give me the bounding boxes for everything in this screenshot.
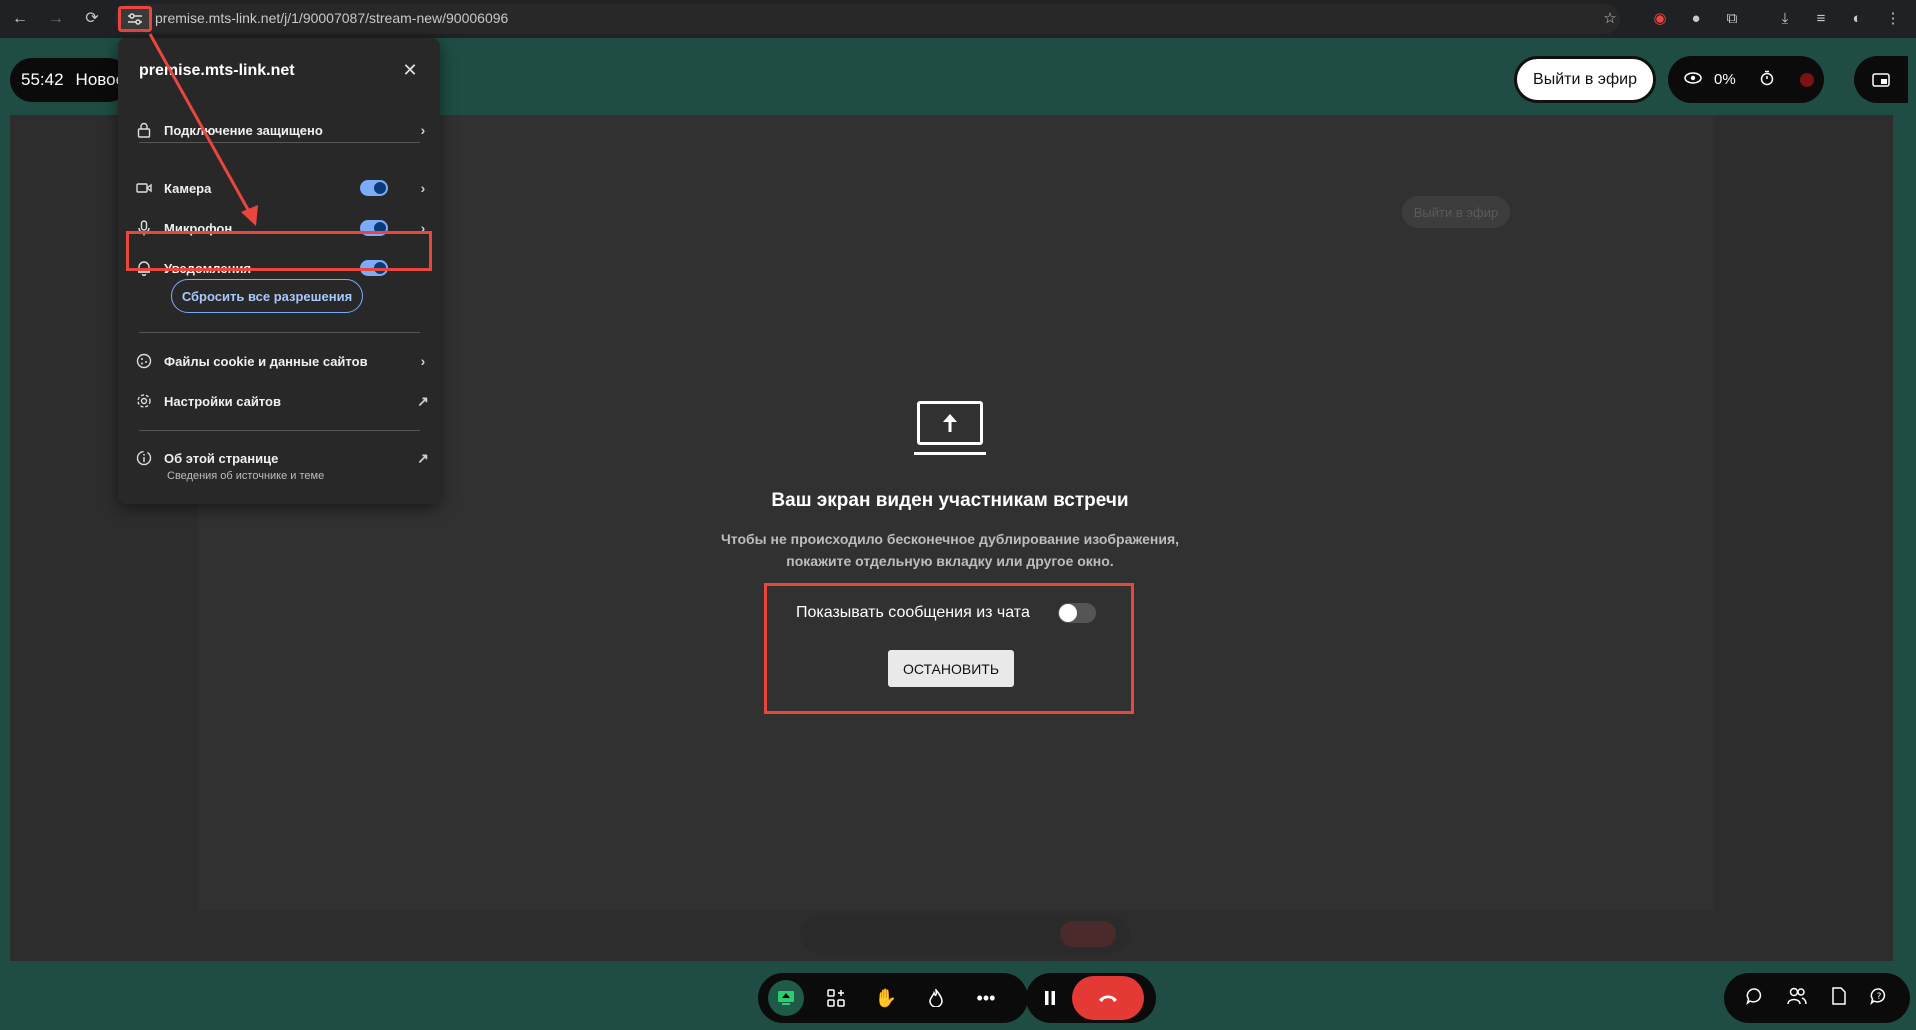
screen-share-icon	[917, 401, 983, 445]
share-screen-icon	[778, 991, 794, 1005]
extension-red-icon[interactable]: ◉	[1650, 9, 1670, 29]
divider	[139, 142, 420, 143]
stop-sharing-button[interactable]: ОСТАНОВИТЬ	[888, 650, 1014, 687]
site-settings-row[interactable]: Настройки сайтов ↗	[118, 384, 440, 418]
go-on-air-button[interactable]: Выйти в эфир	[1514, 56, 1656, 103]
show-chat-toggle[interactable]	[1058, 603, 1096, 623]
chat-icon[interactable]	[1745, 987, 1764, 1010]
show-chat-label: Показывать сообщения из чата	[796, 604, 1030, 621]
timer-pill: 55:42 Новое	[10, 58, 130, 102]
reset-permissions-button[interactable]: Сбросить все разрешения	[171, 279, 363, 313]
media-controls: ✋ •••	[758, 973, 1028, 1023]
participants-icon[interactable]	[1787, 987, 1807, 1010]
camera-icon	[118, 182, 164, 194]
url-text[interactable]: premise.mts-link.net/j/1/90007087/stream…	[155, 10, 508, 26]
extension-gray-icon[interactable]: ●	[1686, 9, 1706, 29]
cookies-row[interactable]: Файлы cookie и данные сайтов ›	[118, 344, 440, 378]
views-percent: 0%	[1714, 71, 1736, 88]
mirrored-on-air: Выйти в эфир	[1402, 196, 1510, 228]
forward-icon[interactable]: →	[46, 9, 66, 29]
divider	[139, 430, 420, 431]
star-icon[interactable]: ☆	[1600, 9, 1620, 29]
help-icon[interactable]: ?	[1870, 987, 1888, 1010]
back-icon[interactable]: ←	[10, 9, 30, 29]
laptop-base	[914, 452, 986, 455]
download-icon[interactable]: ⤓	[1775, 9, 1795, 29]
side-panel-controls: ?	[1724, 973, 1910, 1023]
external-link-icon: ↗	[417, 449, 429, 466]
info-icon	[118, 450, 164, 466]
files-icon[interactable]	[1831, 986, 1847, 1010]
camera-row: Камера ›	[118, 171, 440, 205]
mirrored-end-call	[1060, 921, 1116, 947]
popup-site-title: premise.mts-link.net	[139, 62, 295, 79]
extensions-icon[interactable]: ⧉	[1722, 9, 1742, 29]
camera-toggle[interactable]	[360, 180, 388, 196]
cookie-icon	[118, 353, 164, 369]
screen-share-toggle[interactable]	[768, 980, 804, 1016]
pause-icon[interactable]	[1032, 980, 1068, 1016]
connection-label: Подключение защищено	[164, 122, 323, 138]
tune-icon	[128, 13, 142, 25]
stopwatch-icon[interactable]	[1760, 70, 1774, 90]
more-icon[interactable]: •••	[968, 980, 1004, 1016]
hang-up-icon	[1099, 995, 1117, 1002]
reaction-icon[interactable]	[918, 980, 954, 1016]
chevron-right-icon: ›	[420, 122, 426, 138]
pip-icon	[1872, 72, 1890, 87]
end-call-button[interactable]	[1072, 976, 1144, 1020]
gear-icon	[118, 393, 164, 409]
divider	[139, 332, 420, 333]
share-desc-line2: покажите отдельную вкладку или другое ок…	[786, 553, 1114, 569]
share-description: Чтобы не происходило бесконечное дублиро…	[700, 528, 1200, 572]
share-title: Ваш экран виден участникам встречи	[771, 490, 1129, 511]
menu-icon[interactable]: ⋮	[1883, 9, 1903, 29]
layout-icon[interactable]	[818, 980, 854, 1016]
external-link-icon: ↗	[417, 392, 429, 409]
share-desc-line1: Чтобы не происходило бесконечное дублиро…	[720, 531, 1180, 547]
record-icon[interactable]	[1799, 72, 1814, 87]
eye-icon	[1684, 71, 1702, 88]
raise-hand-icon[interactable]: ✋	[868, 980, 904, 1016]
chevron-right-icon: ›	[420, 353, 426, 369]
close-icon[interactable]: ✕	[399, 59, 421, 81]
browser-toolbar: ← → ⟳ premise.mts-link.net/j/1/90007087/…	[0, 0, 1916, 38]
chevron-right-icon[interactable]: ›	[406, 180, 440, 196]
lock-icon	[118, 122, 164, 138]
about-subtitle: Сведения об источнике и теме	[167, 470, 325, 482]
about-label: Об этой странице	[164, 450, 279, 466]
site-info-button[interactable]	[118, 6, 152, 32]
profile-avatar-icon[interactable]: ◐	[1847, 9, 1867, 29]
site-info-popup: premise.mts-link.net ✕ Подключение защищ…	[118, 38, 440, 504]
pip-button[interactable]	[1854, 56, 1908, 103]
reload-icon[interactable]: ⟳	[82, 9, 102, 29]
cookies-label: Файлы cookie и данные сайтов	[164, 353, 368, 369]
stats-pill: 0%	[1668, 56, 1824, 103]
notifications-highlight	[126, 231, 432, 271]
call-controls	[1026, 973, 1156, 1023]
meeting-timer: 55:42	[21, 70, 64, 89]
svg-text:?: ?	[1877, 992, 1882, 1002]
site-settings-label: Настройки сайтов	[164, 393, 281, 409]
media-icon[interactable]: ≡	[1811, 9, 1831, 29]
